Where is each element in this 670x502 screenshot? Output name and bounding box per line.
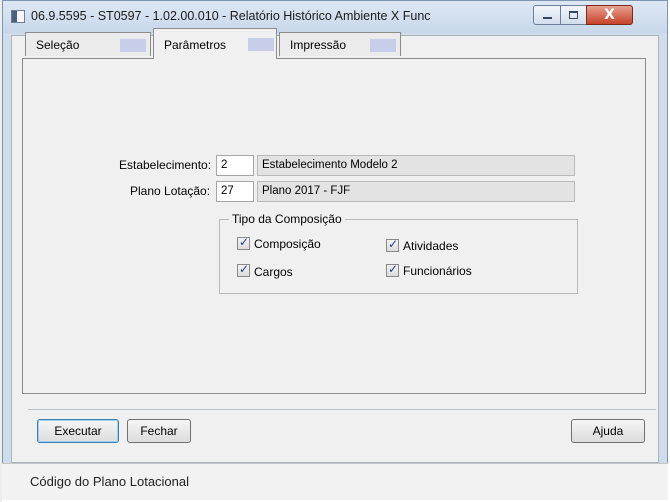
tab-selecao-label: Seleção [36, 38, 80, 52]
status-text: Código do Plano Lotacional [30, 474, 190, 489]
executar-button[interactable]: Executar [37, 419, 119, 443]
title-bar[interactable]: 06.9.5595 - ST0597 - 1.02.00.010 - Relat… [3, 1, 667, 33]
close-button[interactable]: X [586, 5, 633, 25]
tab-impressao-label: Impressão [290, 38, 347, 52]
check-icon: ✓ [388, 237, 399, 251]
window-title: 06.9.5595 - ST0597 - 1.02.00.010 - Relat… [31, 9, 431, 23]
checkbox-cargos-label[interactable]: Cargos [254, 265, 293, 279]
plano-lotacao-input[interactable]: 27 [216, 181, 254, 202]
tab-parametros[interactable]: Parâmetros [153, 28, 277, 59]
ajuda-button[interactable]: Ajuda [571, 419, 645, 443]
tab-impressao[interactable]: Impressão [279, 32, 401, 56]
minimize-icon [543, 17, 552, 19]
tab-parametros-indicator [248, 38, 274, 51]
check-icon: ✓ [388, 262, 399, 276]
plano-lotacao-description: Plano 2017 - FJF [257, 181, 575, 202]
tab-parametros-label: Parâmetros [164, 38, 227, 52]
estabelecimento-label: Estabelecimento: [119, 158, 212, 172]
composicao-group [219, 219, 578, 294]
plano-lotacao-label: Plano Lotação: [130, 184, 211, 198]
checkbox-composicao-label[interactable]: Composição [254, 237, 321, 251]
tab-impressao-indicator [370, 39, 396, 52]
close-icon: X [604, 7, 615, 23]
minimize-button[interactable] [533, 5, 561, 25]
check-icon: ✓ [239, 262, 250, 276]
maximize-icon [569, 11, 578, 19]
tab-selecao-indicator [120, 39, 146, 52]
composicao-title: Tipo da Composição [229, 212, 345, 226]
checkbox-atividades[interactable]: ✓ [386, 237, 399, 252]
checkbox-cargos[interactable]: ✓ [237, 262, 250, 277]
estabelecimento-input[interactable]: 2 [216, 155, 254, 176]
estabelecimento-description: Estabelecimento Modelo 2 [257, 155, 575, 176]
checkbox-funcionarios[interactable]: ✓ [386, 262, 399, 277]
checkbox-composicao[interactable]: ✓ [237, 235, 250, 250]
tab-selecao[interactable]: Seleção [25, 32, 151, 56]
window-icon[interactable] [11, 10, 25, 23]
checkbox-atividades-label[interactable]: Atividades [403, 239, 458, 253]
button-bar [28, 409, 656, 452]
fechar-button[interactable]: Fechar [127, 419, 191, 443]
status-bar: Código do Plano Lotacional [2, 463, 668, 500]
app-window: 06.9.5595 - ST0597 - 1.02.00.010 - Relat… [2, 0, 668, 500]
maximize-button[interactable] [560, 5, 587, 25]
check-icon: ✓ [239, 235, 250, 249]
checkbox-funcionarios-label[interactable]: Funcionários [403, 264, 472, 278]
